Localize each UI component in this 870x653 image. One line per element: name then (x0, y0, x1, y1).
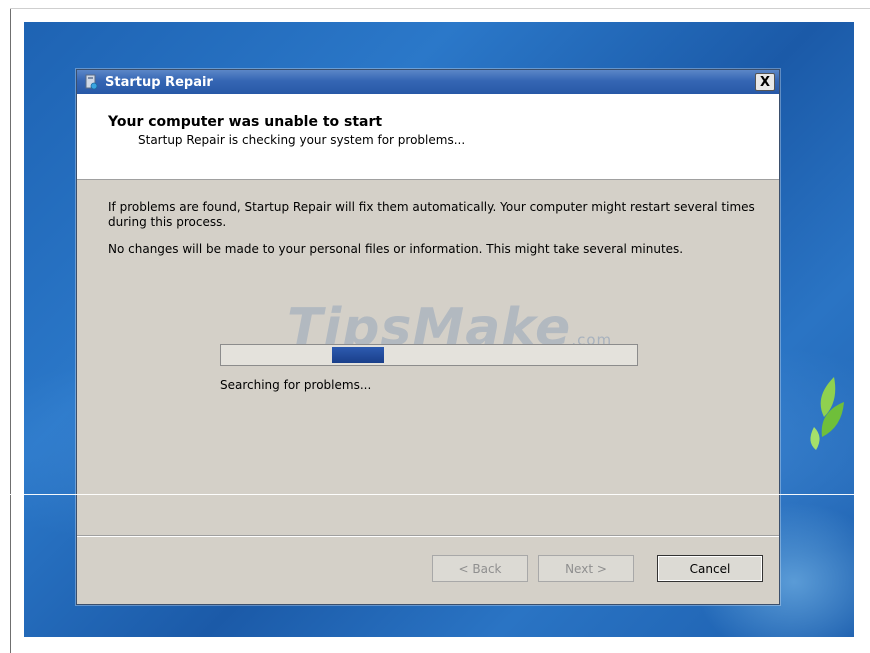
dialog-header: Your computer was unable to start Startu… (77, 94, 779, 180)
progress-bar (220, 344, 638, 366)
startup-repair-dialog: Startup Repair X Your computer was unabl… (76, 69, 780, 605)
next-button[interactable]: Next > (538, 555, 634, 582)
header-subtitle: Startup Repair is checking your system f… (138, 133, 466, 147)
dialog-body: If problems are found, Startup Repair wi… (77, 180, 779, 257)
progress-status: Searching for problems... (220, 378, 372, 392)
frame-border-top (10, 8, 870, 9)
back-button[interactable]: < Back (432, 555, 528, 582)
cancel-button[interactable]: Cancel (657, 555, 763, 582)
close-button[interactable]: X (755, 73, 775, 91)
header-title: Your computer was unable to start (108, 114, 383, 130)
windows-leaf-icon (810, 377, 844, 450)
progress-bar-fill (332, 347, 384, 363)
window-title: Startup Repair (105, 74, 213, 90)
progress-section: Searching for problems... (220, 344, 638, 392)
screen-divider-line (0, 494, 870, 495)
info-paragraph-1: If problems are found, Startup Repair wi… (108, 200, 755, 229)
title-bar[interactable]: Startup Repair X (77, 70, 779, 94)
startup-repair-icon (85, 74, 98, 90)
footer-separator (77, 535, 779, 537)
info-paragraph-2: No changes will be made to your personal… (108, 242, 684, 256)
frame-border-left (10, 8, 11, 653)
